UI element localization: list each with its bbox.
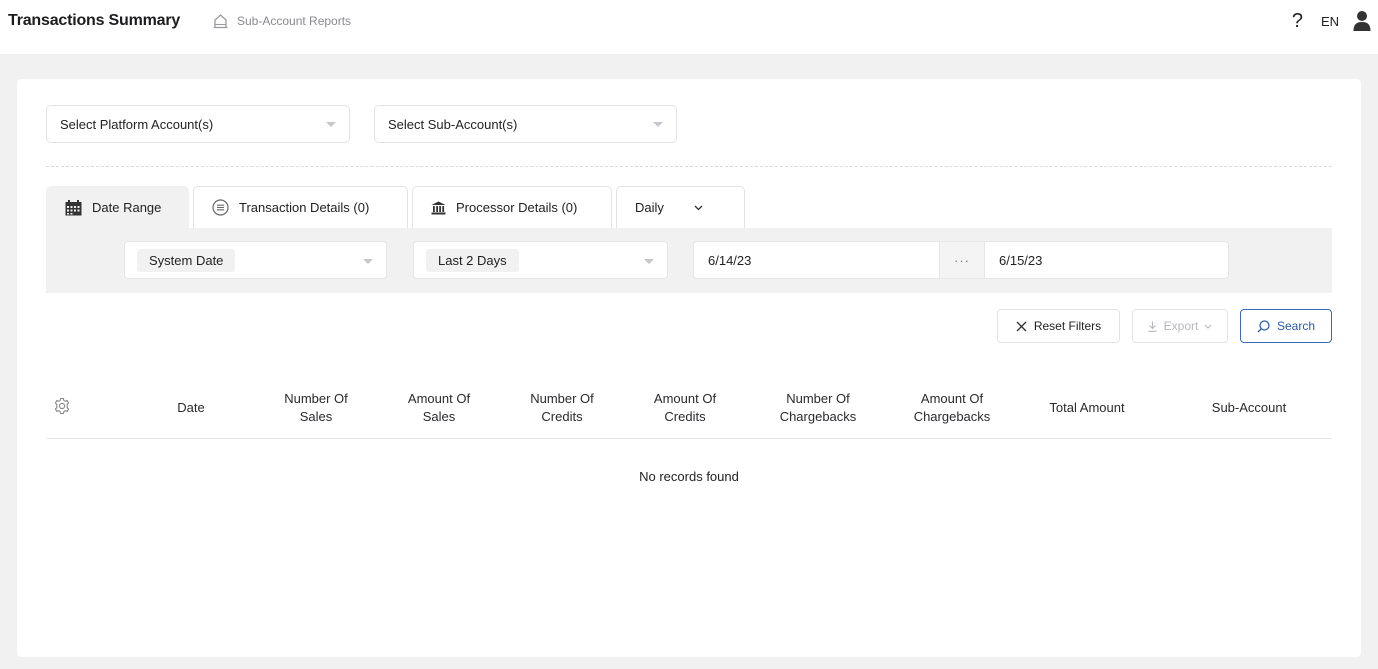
close-icon bbox=[1016, 321, 1027, 332]
caret-down-icon bbox=[363, 259, 373, 264]
column-header-amount-of-credits[interactable]: Amount Of Credits bbox=[635, 377, 735, 439]
user-icon[interactable] bbox=[1353, 10, 1371, 32]
reset-filters-button[interactable]: Reset Filters bbox=[997, 309, 1120, 343]
date-filter-bar: System Date Last 2 Days 6/14/23 ··· 6/15… bbox=[46, 228, 1332, 293]
platform-account-select[interactable]: Select Platform Account(s) bbox=[46, 105, 350, 143]
column-header-date[interactable]: Date bbox=[146, 377, 236, 439]
breadcrumb[interactable]: Sub-Account Reports bbox=[212, 13, 351, 29]
date-type-select[interactable]: System Date bbox=[124, 241, 387, 279]
date-range-separator: ··· bbox=[940, 241, 984, 279]
tab-label: Processor Details (0) bbox=[456, 200, 578, 215]
tab-label: Transaction Details (0) bbox=[239, 200, 370, 215]
divider bbox=[46, 166, 1332, 167]
column-header-sub-account[interactable]: Sub-Account bbox=[1194, 377, 1304, 439]
column-header-total-amount[interactable]: Total Amount bbox=[1032, 377, 1142, 439]
sub-account-select[interactable]: Select Sub-Account(s) bbox=[374, 105, 677, 143]
caret-down-icon bbox=[653, 122, 663, 127]
reset-filters-label: Reset Filters bbox=[1033, 319, 1102, 333]
period-select[interactable]: Last 2 Days bbox=[413, 241, 668, 279]
export-label: Export bbox=[1163, 319, 1199, 333]
list-icon bbox=[212, 199, 229, 216]
tab-label: Date Range bbox=[92, 200, 162, 215]
breadcrumb-label[interactable]: Sub-Account Reports bbox=[237, 14, 351, 28]
column-header-amount-of-chargebacks[interactable]: Amount Of Chargebacks bbox=[902, 377, 1002, 439]
caret-down-icon bbox=[644, 259, 654, 264]
end-date-input[interactable]: 6/15/23 bbox=[984, 241, 1229, 279]
report-card: Select Platform Account(s) Select Sub-Ac… bbox=[17, 79, 1361, 657]
column-header-amount-of-sales[interactable]: Amount Of Sales bbox=[389, 377, 489, 439]
empty-state-message: No records found bbox=[639, 469, 739, 484]
platform-account-placeholder: Select Platform Account(s) bbox=[60, 116, 214, 132]
tab-date-range[interactable]: Date Range bbox=[46, 186, 189, 228]
calendar-icon bbox=[65, 199, 82, 216]
search-icon bbox=[1257, 319, 1270, 333]
column-header-number-of-sales[interactable]: Number Of Sales bbox=[266, 377, 366, 439]
download-icon bbox=[1148, 321, 1157, 332]
export-button[interactable]: Export bbox=[1132, 309, 1228, 343]
period-value: Last 2 Days bbox=[426, 248, 519, 272]
table-header: Date Number Of Sales Amount Of Sales Numbe… bbox=[46, 377, 1332, 439]
home-icon bbox=[212, 13, 237, 29]
column-header-number-of-chargebacks[interactable]: Number Of Chargebacks bbox=[768, 377, 868, 439]
start-date-input[interactable]: 6/14/23 bbox=[693, 241, 940, 279]
gear-icon[interactable] bbox=[53, 397, 71, 415]
bank-icon bbox=[431, 201, 446, 215]
chevron-down-icon bbox=[1204, 324, 1212, 329]
caret-down-icon bbox=[326, 122, 336, 127]
page-title: Transactions Summary bbox=[8, 12, 181, 29]
date-type-value: System Date bbox=[137, 248, 236, 272]
top-bar: Transactions Summary Sub-Account Reports… bbox=[0, 0, 1378, 54]
search-button[interactable]: Search bbox=[1240, 309, 1332, 343]
sub-account-placeholder: Select Sub-Account(s) bbox=[388, 116, 518, 132]
tab-daily-dropdown[interactable]: Daily bbox=[616, 186, 745, 228]
tab-processor-details[interactable]: Processor Details (0) bbox=[412, 186, 612, 228]
column-header-number-of-credits[interactable]: Number Of Credits bbox=[512, 377, 612, 439]
tab-transaction-details[interactable]: Transaction Details (0) bbox=[193, 186, 408, 228]
chevron-down-icon bbox=[694, 205, 703, 211]
language-selector[interactable]: EN bbox=[1321, 14, 1339, 29]
help-icon[interactable]: ? bbox=[1292, 10, 1303, 33]
tab-label: Daily bbox=[635, 200, 664, 215]
search-label: Search bbox=[1276, 319, 1316, 333]
